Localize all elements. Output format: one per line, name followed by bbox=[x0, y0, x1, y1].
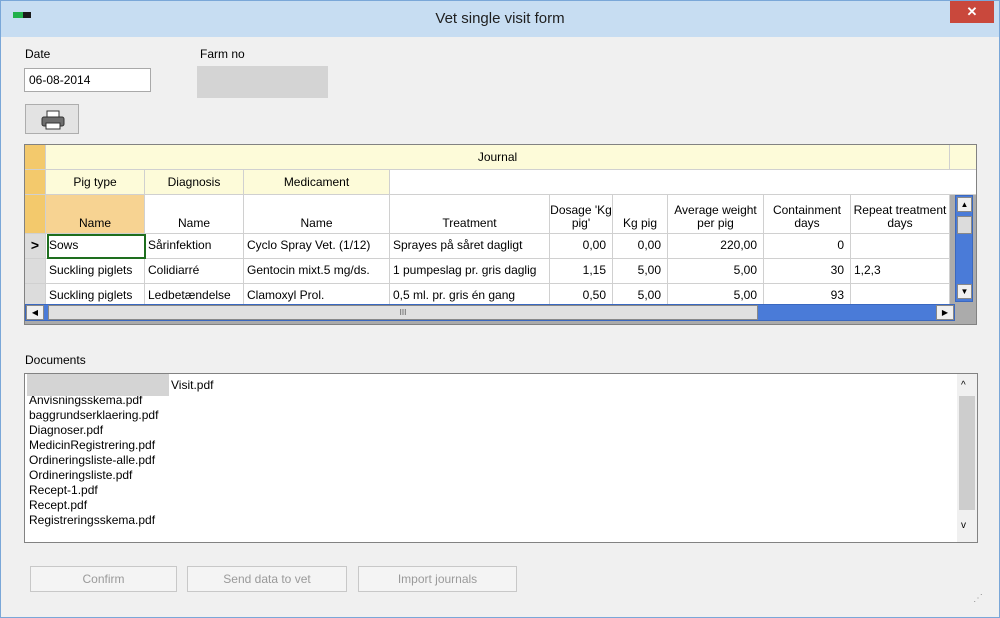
scroll-right-icon[interactable]: ▶ bbox=[936, 305, 954, 320]
col-treatment[interactable]: Treatment bbox=[390, 195, 550, 234]
document-item[interactable]: MedicinRegistrering.pdf bbox=[29, 438, 155, 453]
journal-grid[interactable]: Journal Pig type Diagnosis Medicament Na… bbox=[24, 144, 977, 325]
date-label: Date bbox=[25, 47, 51, 61]
document-item[interactable]: Recept.pdf bbox=[29, 498, 87, 513]
document-item[interactable]: Visit.pdf bbox=[171, 378, 213, 393]
col-medicament-name[interactable]: Name bbox=[244, 195, 390, 234]
cell-repeat-days[interactable]: 1,2,3 bbox=[851, 259, 950, 284]
cell-medicament[interactable]: Cyclo Spray Vet. (1/12) bbox=[244, 234, 390, 259]
document-item[interactable]: Ordineringsliste.pdf bbox=[29, 468, 132, 483]
resize-grip-icon[interactable]: ⋰ bbox=[973, 593, 983, 604]
scroll-left-icon[interactable]: ◀ bbox=[26, 305, 44, 320]
chevron-down-icon[interactable]: v bbox=[961, 520, 966, 531]
cell-containment-days[interactable]: 30 bbox=[764, 259, 851, 284]
document-item[interactable]: Registreringsskema.pdf bbox=[29, 513, 155, 528]
cell-kg-pig[interactable]: 5,00 bbox=[613, 259, 668, 284]
cell-average-weight[interactable]: 5,00 bbox=[668, 259, 764, 284]
farm-no-field[interactable] bbox=[197, 66, 328, 98]
select-all-corner[interactable] bbox=[25, 195, 46, 234]
printer-icon bbox=[41, 110, 65, 130]
cell-kg-pig[interactable]: 0,00 bbox=[613, 234, 668, 259]
send-data-button[interactable]: Send data to vet bbox=[187, 566, 347, 592]
row-header-corner bbox=[25, 170, 46, 195]
grid-horizontal-scrollbar[interactable]: ◀ III ▶ bbox=[25, 304, 955, 321]
cell-diagnosis[interactable]: Colidiarré bbox=[145, 259, 244, 284]
farm-no-label: Farm no bbox=[200, 47, 245, 61]
col-pig-type-name[interactable]: Name bbox=[46, 195, 145, 234]
documents-scrollbar[interactable]: ^ v bbox=[957, 374, 977, 542]
section-blank bbox=[390, 170, 976, 195]
confirm-button[interactable]: Confirm bbox=[30, 566, 177, 592]
grid-corner bbox=[25, 145, 46, 170]
col-dosage[interactable]: Dosage 'Kg pig' bbox=[550, 195, 613, 234]
import-journals-button[interactable]: Import journals bbox=[358, 566, 517, 592]
date-field[interactable]: 06-08-2014 bbox=[24, 68, 151, 92]
cell-containment-days[interactable]: 0 bbox=[764, 234, 851, 259]
document-item[interactable]: Diagnoser.pdf bbox=[29, 423, 103, 438]
cell-dosage[interactable]: 1,15 bbox=[550, 259, 613, 284]
current-row-indicator[interactable]: > bbox=[25, 234, 46, 259]
document-item[interactable]: Ordineringsliste-alle.pdf bbox=[29, 453, 155, 468]
close-button[interactable]: ✕ bbox=[950, 1, 994, 23]
grid-vertical-scrollbar[interactable]: ▲ ▼ bbox=[955, 195, 973, 302]
grid-hscroll-thumb[interactable]: III bbox=[48, 305, 758, 320]
cell-dosage[interactable]: 0,00 bbox=[550, 234, 613, 259]
documents-scroll-thumb[interactable] bbox=[959, 396, 975, 510]
redacted-block bbox=[27, 374, 169, 396]
cell-treatment[interactable]: Sprayes på såret dagligt bbox=[390, 234, 550, 259]
document-item[interactable]: Recept-1.pdf bbox=[29, 483, 98, 498]
cell-medicament[interactable]: Gentocin mixt.5 mg/ds. bbox=[244, 259, 390, 284]
col-diagnosis-name[interactable]: Name bbox=[145, 195, 244, 234]
col-containment-days[interactable]: Containment days bbox=[764, 195, 851, 234]
cell-repeat-days[interactable] bbox=[851, 234, 950, 259]
cell-average-weight[interactable]: 220,00 bbox=[668, 234, 764, 259]
print-button[interactable] bbox=[25, 104, 79, 134]
journal-header-end bbox=[950, 145, 976, 170]
cell-pig-type[interactable]: Suckling piglets bbox=[46, 259, 145, 284]
documents-label: Documents bbox=[25, 353, 86, 367]
section-pig-type: Pig type bbox=[46, 170, 145, 195]
cell-treatment[interactable]: 1 pumpeslag pr. gris daglig bbox=[390, 259, 550, 284]
grid-vscroll-thumb[interactable] bbox=[957, 216, 972, 234]
col-repeat-treatment-days[interactable]: Repeat treatment days bbox=[851, 195, 950, 234]
scroll-up-icon[interactable]: ▲ bbox=[957, 197, 972, 212]
title-bar: Vet single visit form ✕ bbox=[1, 1, 999, 37]
col-kg-pig[interactable]: Kg pig bbox=[613, 195, 668, 234]
vet-visit-window: Vet single visit form ✕ Date 06-08-2014 … bbox=[0, 0, 1000, 618]
chevron-up-icon[interactable]: ^ bbox=[961, 380, 966, 391]
row-header[interactable] bbox=[25, 259, 46, 284]
cell-diagnosis[interactable]: Sårinfektion bbox=[145, 234, 244, 259]
scroll-down-icon[interactable]: ▼ bbox=[957, 284, 972, 299]
document-item[interactable]: baggrundserklaering.pdf bbox=[29, 408, 158, 423]
documents-list[interactable]: Visit.pdf Anvisningsskema.pdf baggrundse… bbox=[24, 373, 978, 543]
journal-header: Journal bbox=[46, 145, 950, 170]
current-cell-outline bbox=[47, 234, 146, 259]
section-medicament: Medicament bbox=[244, 170, 390, 195]
window-title: Vet single visit form bbox=[435, 10, 565, 27]
section-diagnosis: Diagnosis bbox=[145, 170, 244, 195]
col-average-weight[interactable]: Average weight per pig bbox=[668, 195, 764, 234]
